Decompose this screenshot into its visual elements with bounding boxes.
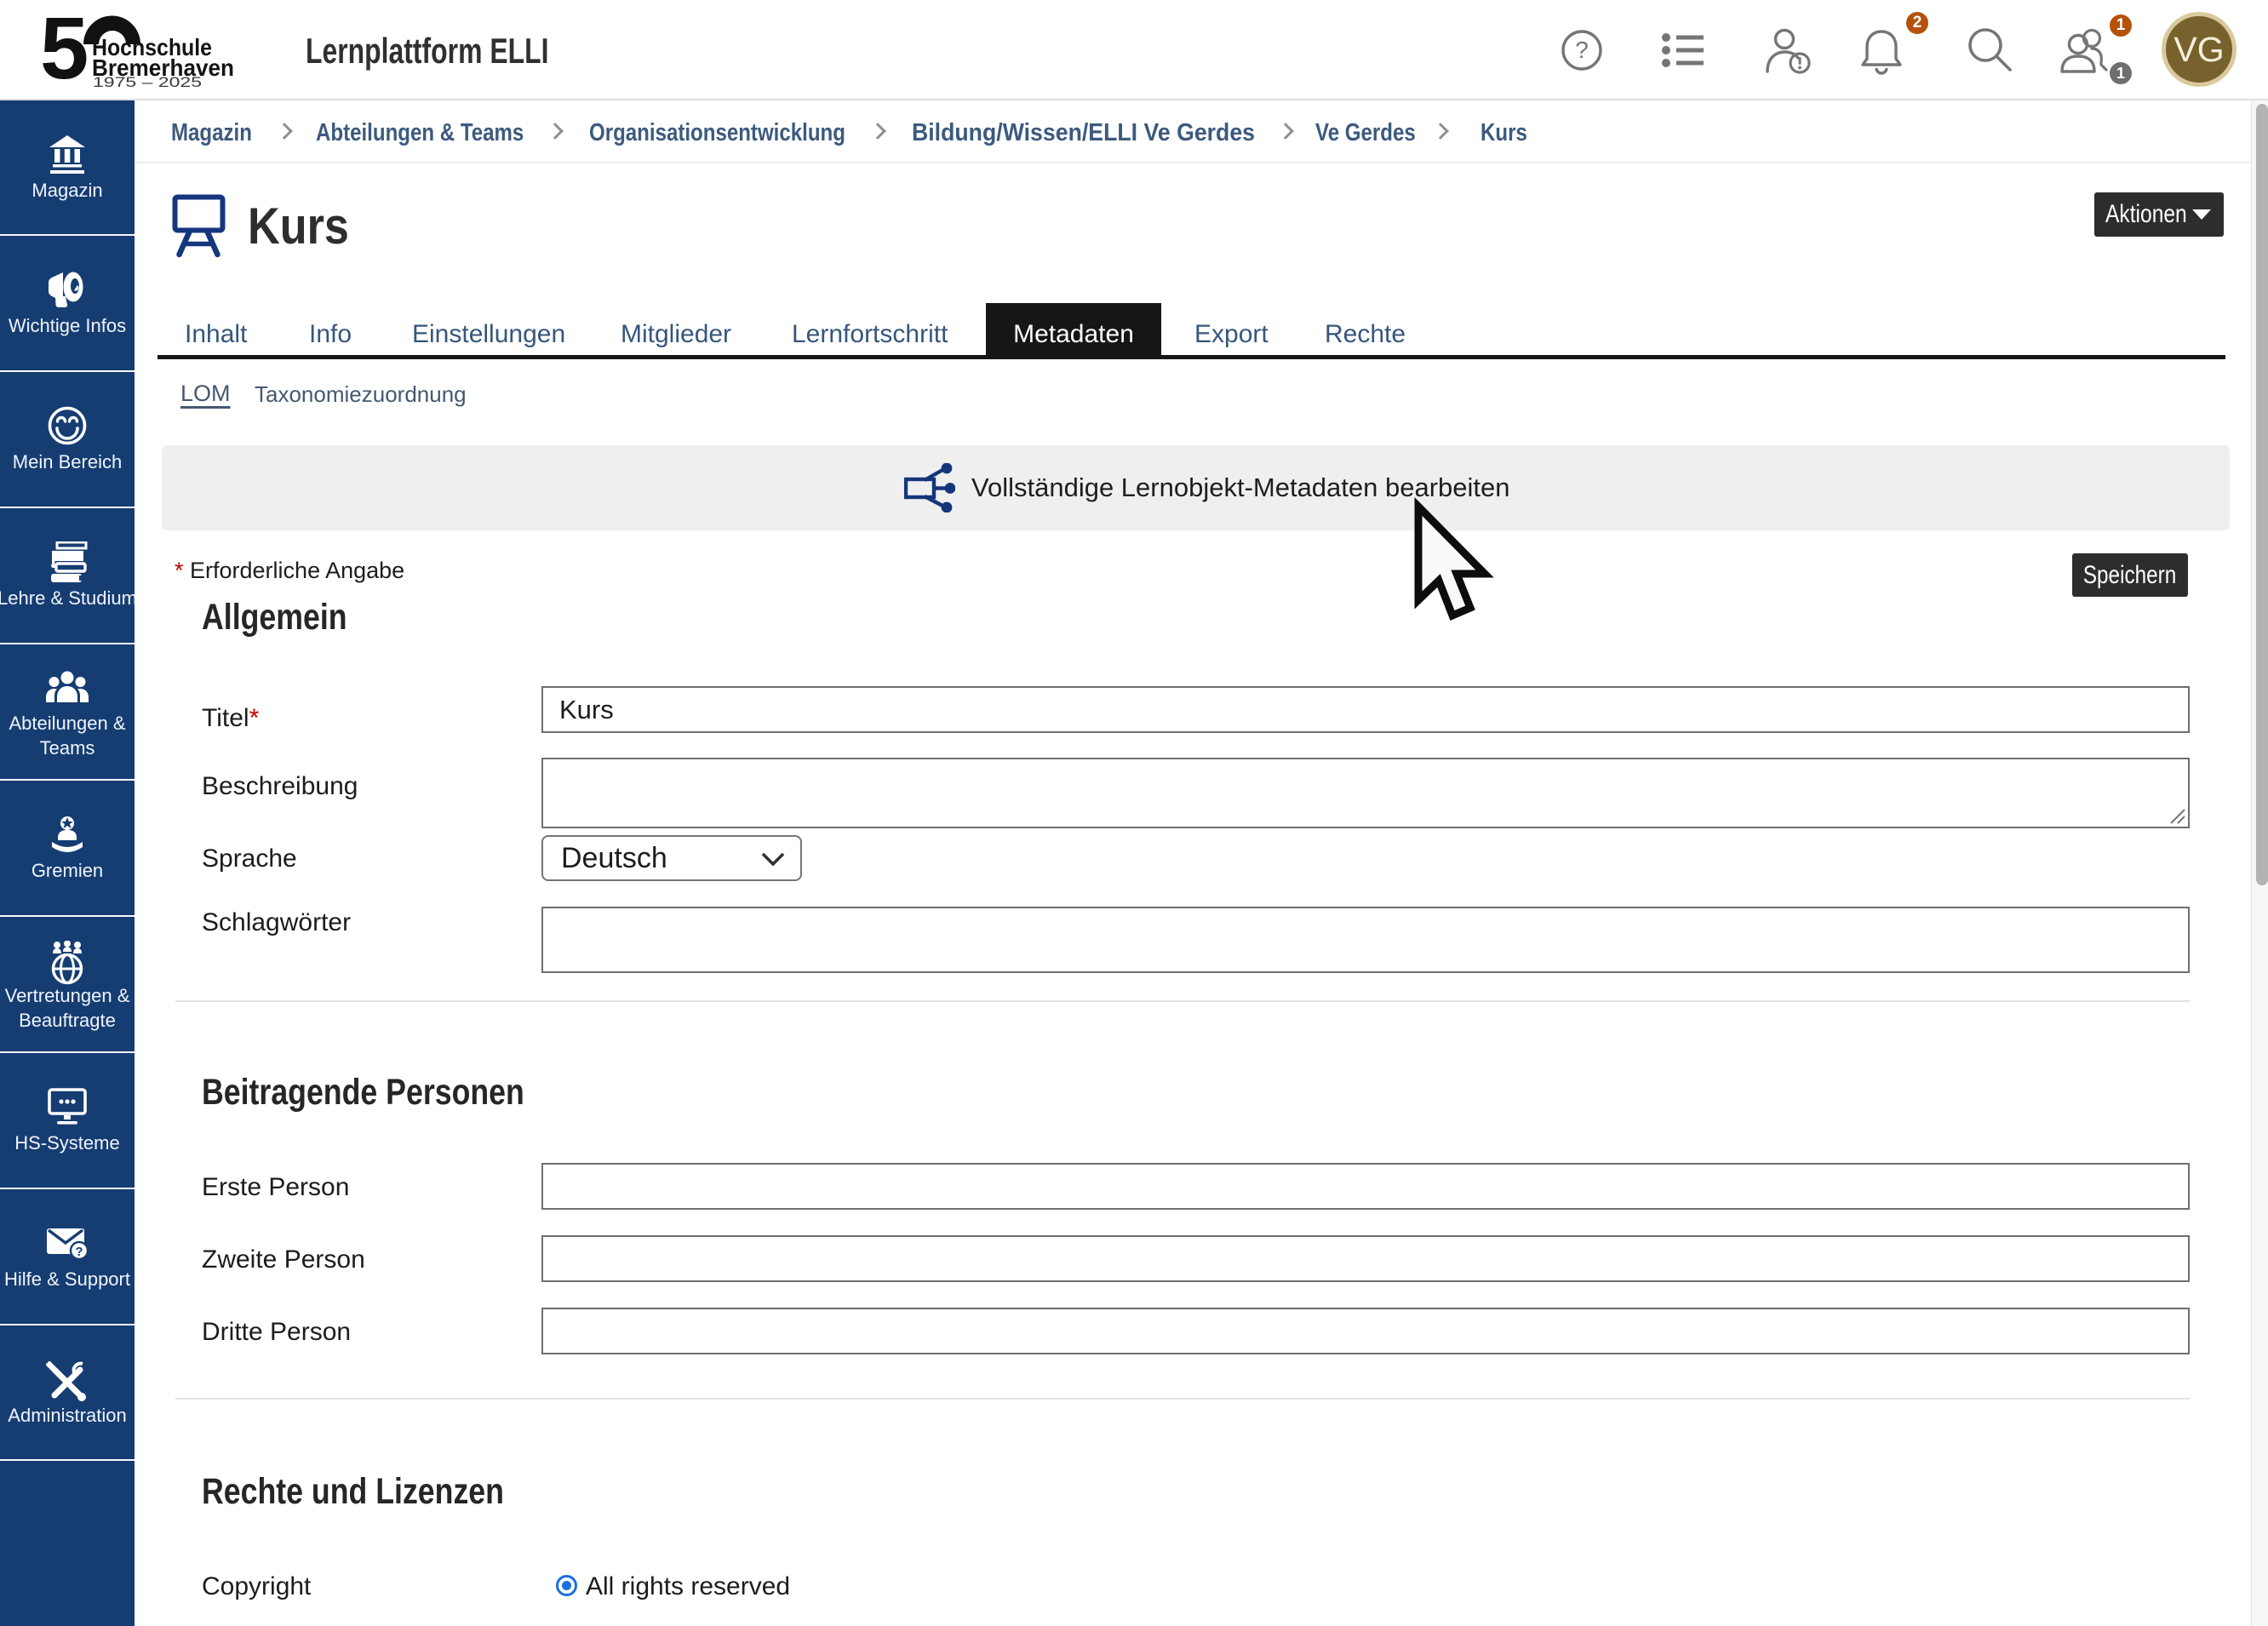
- svg-text:?: ?: [75, 1245, 83, 1259]
- svg-text:?: ?: [1575, 37, 1589, 63]
- svg-text:1975 – 2025: 1975 – 2025: [93, 74, 202, 90]
- svg-text:5: 5: [40, 7, 89, 96]
